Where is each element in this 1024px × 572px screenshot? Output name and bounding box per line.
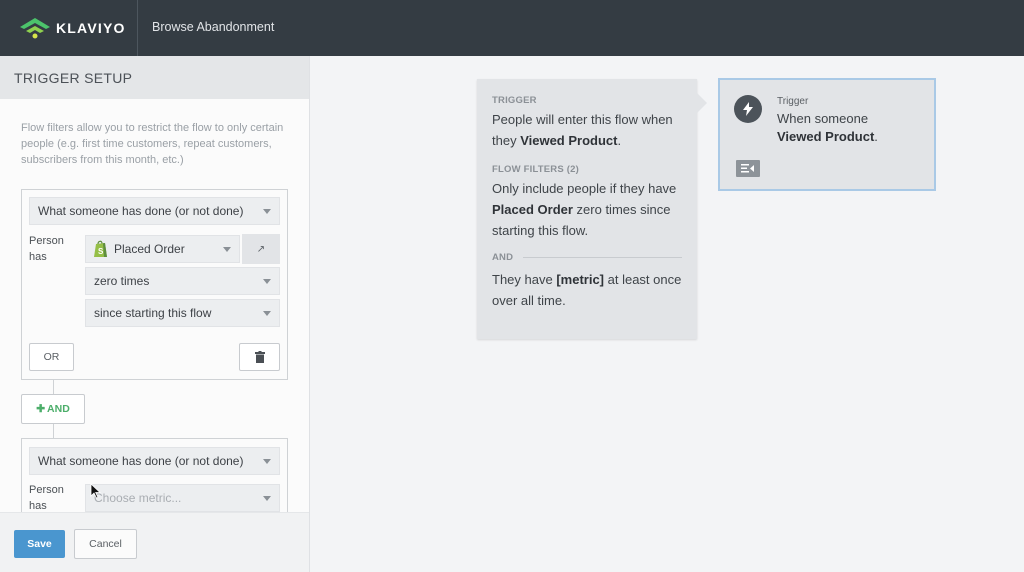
condition-type-select[interactable]: What someone has done (or not done)	[29, 447, 280, 475]
mouse-cursor-icon	[90, 483, 102, 499]
add-and-button[interactable]: ✚ AND	[21, 394, 85, 424]
trigger-label: Trigger	[777, 96, 809, 107]
chevron-down-icon	[263, 496, 271, 501]
summary-filter-2: They have [metric] at least once over al…	[492, 272, 682, 308]
plus-icon: ✚	[36, 403, 46, 415]
brand-name: KLAVIYO	[56, 20, 126, 36]
frequency-value: zero times	[94, 274, 150, 288]
metric-value: Placed Order	[114, 242, 185, 256]
condition-type-value: What someone has done (or not done)	[38, 204, 244, 218]
filter-list-icon[interactable]	[736, 160, 760, 177]
summary-trigger-text: People will enter this flow when they Vi…	[492, 112, 673, 148]
flow-name[interactable]: Browse Abandonment	[152, 20, 274, 34]
svg-text:S: S	[98, 247, 104, 256]
lightning-bolt-icon	[734, 95, 762, 123]
condition-type-value: What someone has done (or not done)	[38, 454, 244, 468]
chevron-down-icon	[263, 279, 271, 284]
metric-select[interactable]: S Placed Order	[85, 235, 240, 263]
trigger-summary-popover: TRIGGER People will enter this flow when…	[477, 79, 707, 339]
shopify-icon: S	[94, 240, 107, 257]
swap-arrows-icon: ↗︎	[256, 243, 266, 255]
header-divider	[137, 0, 138, 56]
summary-trigger-heading: TRIGGER	[492, 95, 537, 106]
condition-type-select[interactable]: What someone has done (or not done)	[29, 197, 280, 225]
connector-line	[53, 380, 54, 394]
connector-line	[53, 424, 54, 438]
swap-metric-button[interactable]: ↗︎	[242, 234, 280, 264]
trigger-setup-panel: TRIGGER SETUP Flow filters allow you to …	[0, 56, 310, 572]
chevron-down-icon	[263, 459, 271, 464]
panel-description: Flow filters allow you to restrict the f…	[21, 122, 284, 166]
metric-placeholder: Choose metric...	[94, 491, 182, 505]
filter-group-1: What someone has done (or not done) Pers…	[21, 189, 288, 380]
trash-icon	[254, 351, 265, 363]
or-button[interactable]: OR	[29, 343, 74, 371]
timeframe-select[interactable]: since starting this flow	[85, 299, 280, 327]
and-label: AND	[47, 403, 70, 415]
top-navigation-bar: KLAVIYO Browse Abandonment	[0, 0, 1024, 56]
person-has-label: Person has	[29, 235, 64, 263]
save-button[interactable]: Save	[14, 530, 65, 558]
trigger-node-card[interactable]: Trigger When someone Viewed Product.	[718, 78, 936, 191]
timeframe-value: since starting this flow	[94, 306, 212, 320]
summary-and-separator: AND	[492, 252, 682, 263]
cancel-button[interactable]: Cancel	[74, 529, 137, 559]
person-has-label: Person has	[29, 484, 64, 512]
frequency-select[interactable]: zero times	[85, 267, 280, 295]
chevron-down-icon	[223, 247, 231, 252]
klaviyo-logo[interactable]: KLAVIYO	[18, 16, 126, 40]
panel-footer: Save Cancel	[0, 512, 309, 572]
chevron-down-icon	[263, 311, 271, 316]
summary-filters-heading: FLOW FILTERS (2)	[492, 164, 579, 175]
trigger-description: When someone Viewed Product.	[777, 111, 878, 144]
klaviyo-wifi-icon	[20, 18, 50, 39]
metric-select[interactable]: Choose metric...	[85, 484, 280, 512]
panel-title: TRIGGER SETUP	[0, 56, 309, 99]
summary-filter-1: Only include people if they have Placed …	[492, 181, 677, 238]
chevron-down-icon	[263, 209, 271, 214]
delete-filter-button[interactable]	[239, 343, 280, 371]
